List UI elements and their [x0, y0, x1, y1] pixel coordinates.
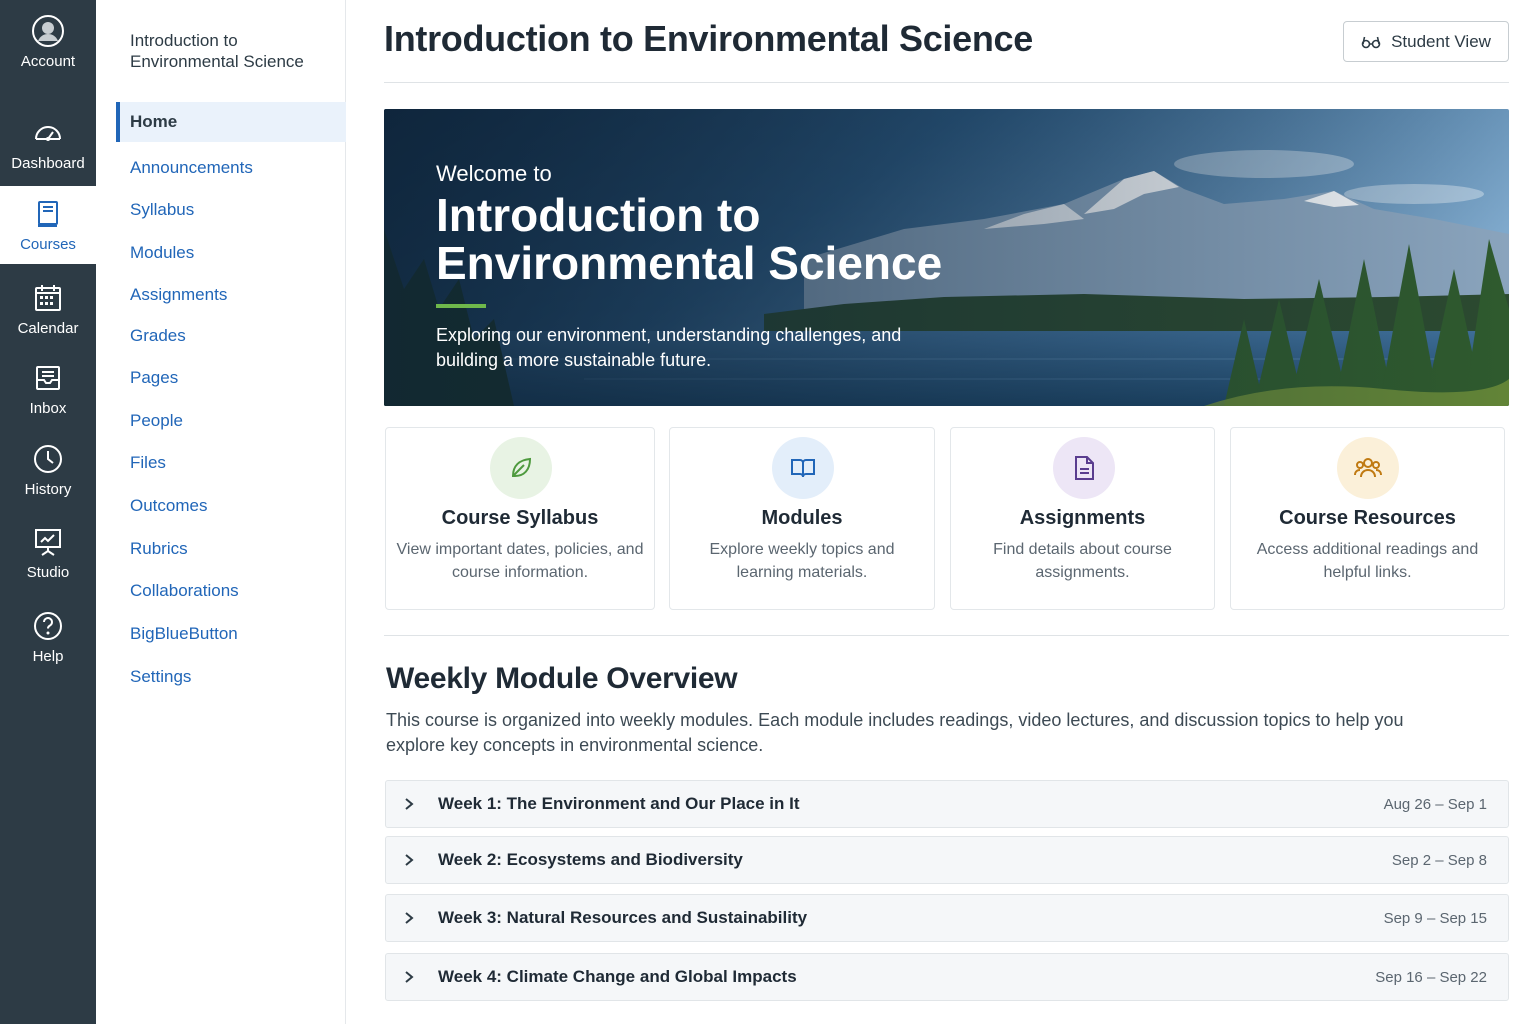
course-nav-home[interactable]: Home [116, 102, 346, 142]
module-dates: Sep 9 – Sep 15 [1383, 909, 1487, 927]
global-nav-label: Studio [26, 563, 70, 581]
course-nav-outcomes[interactable]: Outcomes [116, 486, 346, 526]
clock-icon [34, 444, 62, 473]
hero-banner: Welcome to Introduction to Environmental… [384, 109, 1509, 406]
chevron-right-icon [405, 854, 414, 866]
weekly-heading: Weekly Module Overview [386, 662, 738, 695]
card-description: Access additional readings and helpful l… [1256, 541, 1479, 581]
module-dates: Sep 16 – Sep 22 [1375, 968, 1487, 986]
course-nav-title: Introduction to Environmental Science [130, 31, 304, 71]
speedometer-icon [35, 125, 61, 141]
global-nav-label: History [24, 480, 72, 498]
global-nav-help[interactable]: Help [0, 597, 96, 677]
course-nav-modules[interactable]: Modules [116, 233, 346, 273]
people-icon [1354, 458, 1382, 478]
card-course-resources[interactable]: Course Resources Access additional readi… [1230, 427, 1505, 610]
hero-tagline: Exploring our environment, understanding… [436, 325, 902, 370]
hero-accent-bar [436, 304, 486, 308]
open-book-icon [791, 459, 815, 478]
module-row-week-1[interactable]: Week 1: The Environment and Our Place in… [385, 780, 1509, 828]
presentation-icon [35, 528, 61, 556]
global-nav-calendar[interactable]: Calendar [0, 269, 96, 349]
module-title: Week 4: Climate Change and Global Impact… [438, 967, 797, 986]
section-divider [384, 635, 1509, 636]
module-row-week-2[interactable]: Week 2: Ecosystems and Biodiversity Sep … [385, 836, 1509, 884]
course-nav-files[interactable]: Files [116, 443, 346, 483]
card-modules[interactable]: Modules Explore weekly topics and learni… [669, 427, 935, 610]
leaf-icon [511, 457, 532, 477]
module-title: Week 3: Natural Resources and Sustainabi… [438, 908, 808, 927]
card-title: Course Resources [1279, 507, 1456, 529]
card-title: Modules [761, 507, 843, 529]
global-nav-inbox[interactable]: Inbox [0, 349, 96, 429]
course-nav-collaborations[interactable]: Collaborations [116, 571, 346, 611]
card-title: Course Syllabus [441, 507, 599, 529]
global-nav-dashboard[interactable]: Dashboard [0, 104, 96, 184]
course-nav-syllabus[interactable]: Syllabus [116, 190, 346, 230]
course-nav-announcements[interactable]: Announcements [116, 148, 346, 188]
hero-title: Introduction to Environmental Science [436, 189, 943, 289]
course-nav-rubrics[interactable]: Rubrics [116, 529, 346, 569]
module-dates: Sep 2 – Sep 8 [1391, 851, 1487, 869]
chevron-right-icon [405, 912, 414, 924]
global-nav-studio[interactable]: Studio [0, 513, 96, 593]
course-nav: Introduction to Environmental Science Ho… [96, 0, 346, 1024]
course-nav-people[interactable]: People [116, 401, 346, 441]
card-assignments[interactable]: Assignments Find details about course as… [950, 427, 1215, 610]
chevron-right-icon [405, 971, 414, 983]
card-icon-wrap [1337, 437, 1399, 499]
course-nav-grades[interactable]: Grades [116, 316, 346, 356]
module-row-week-3[interactable]: Week 3: Natural Resources and Sustainabi… [385, 894, 1509, 942]
course-nav-settings[interactable]: Settings [116, 657, 346, 697]
card-description: Find details about course assignments. [993, 541, 1172, 581]
course-nav-bigbluebutton[interactable]: BigBlueButton [116, 614, 346, 654]
global-nav-history[interactable]: History [0, 430, 96, 510]
book-icon [38, 200, 58, 227]
hero-welcome: Welcome to [436, 161, 552, 186]
module-dates: Aug 26 – Sep 1 [1383, 795, 1487, 813]
glasses-icon [1361, 36, 1381, 48]
global-nav-label: Calendar [17, 319, 79, 337]
course-nav-assignments[interactable]: Assignments [116, 275, 346, 315]
inbox-icon [36, 365, 60, 390]
course-nav-pages[interactable]: Pages [116, 358, 346, 398]
weekly-intro: This course is organized into weekly mod… [386, 710, 1404, 755]
card-icon-wrap [1053, 437, 1115, 499]
card-description: Explore weekly topics and learning mater… [709, 541, 895, 581]
global-nav-label: Dashboard [11, 154, 85, 172]
student-view-label: Student View [1391, 31, 1491, 51]
title-divider [384, 82, 1509, 83]
help-circle-icon [34, 611, 62, 640]
global-nav-courses[interactable]: Courses [0, 186, 96, 264]
chevron-right-icon [405, 798, 414, 810]
card-description: View important dates, policies, and cour… [396, 541, 644, 581]
global-nav-label: Inbox [29, 399, 67, 417]
user-circle-icon [32, 14, 64, 47]
student-view-button[interactable]: Student View [1343, 21, 1509, 62]
global-nav-label: Account [20, 52, 76, 70]
global-nav-label: Help [32, 647, 64, 665]
page-title: Introduction to Environmental Science [384, 18, 1033, 59]
card-icon-wrap [772, 437, 834, 499]
calendar-icon [35, 284, 61, 311]
card-course-syllabus[interactable]: Course Syllabus View important dates, po… [385, 427, 655, 610]
global-nav-label: Courses [20, 235, 76, 253]
global-nav-account[interactable]: Account [0, 2, 96, 82]
module-title: Week 2: Ecosystems and Biodiversity [438, 850, 743, 869]
document-icon [1075, 456, 1094, 480]
module-title: Week 1: The Environment and Our Place in… [438, 794, 800, 813]
module-row-week-4[interactable]: Week 4: Climate Change and Global Impact… [385, 953, 1509, 1001]
global-nav: Account Dashboard Courses Calendar Inbox… [0, 0, 96, 1024]
card-icon-wrap [490, 437, 552, 499]
card-title: Assignments [1019, 507, 1146, 529]
